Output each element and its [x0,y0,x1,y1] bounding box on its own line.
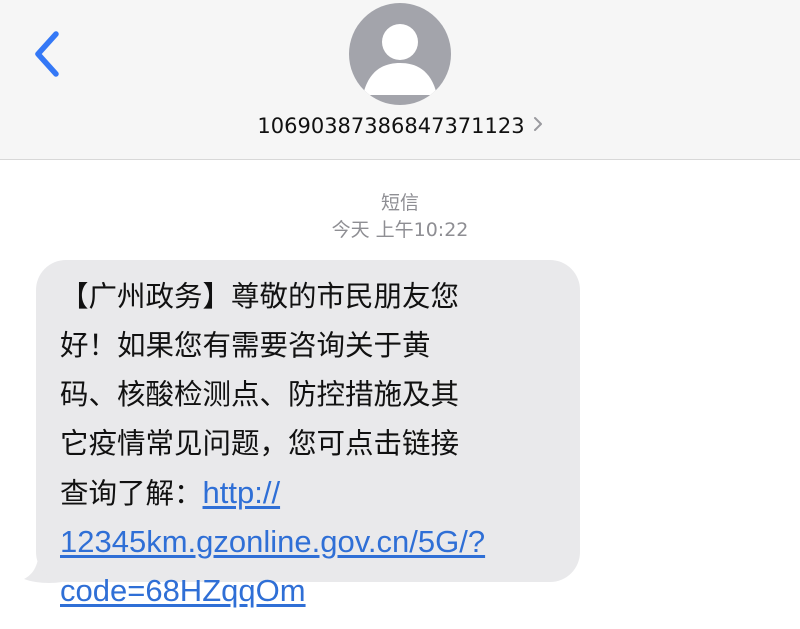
message-line: 查询了解：http:// [60,468,562,517]
message-link[interactable]: http:// [203,475,281,510]
person-silhouette-icon [363,24,437,95]
message-line: code=68HZqqOm [60,566,562,615]
avatar[interactable] [349,3,451,105]
contact-number: 10690387386847371123 [257,114,525,138]
message-bubble[interactable]: 【广州政务】尊敬的市民朋友您 好！如果您有需要咨询关于黄 码、核酸检测点、防控措… [36,260,580,608]
service-label: 短信 [380,192,419,214]
message-link[interactable]: code=68HZqqOm [60,573,306,608]
incoming-message: 【广州政务】尊敬的市民朋友您 好！如果您有需要咨询关于黄 码、核酸检测点、防控措… [22,260,582,608]
message-link[interactable]: 12345km.gzonline.gov.cn/5G/? [60,524,485,559]
message-line: 【广州政务】尊敬的市民朋友您 [60,280,460,313]
link-prefix: 查询了解： [60,477,203,510]
conversation-header: 10690387386847371123 [0,0,800,160]
message-line: 12345km.gzonline.gov.cn/5G/? [60,517,562,566]
message-line: 码、核酸检测点、防控措施及其 [60,378,460,411]
message-line: 好！如果您有需要咨询关于黄 [60,329,431,362]
message-timestamp: 今天 上午10:22 [331,219,469,241]
message-line: 它疫情常见问题，您可点击链接 [60,427,460,460]
contact-name-button[interactable]: 10690387386847371123 [0,114,800,139]
back-button[interactable] [26,28,70,80]
chevron-right-icon [533,113,543,137]
message-text: 【广州政务】尊敬的市民朋友您 好！如果您有需要咨询关于黄 码、核酸检测点、防控措… [60,272,562,615]
chevron-left-icon [35,31,59,77]
